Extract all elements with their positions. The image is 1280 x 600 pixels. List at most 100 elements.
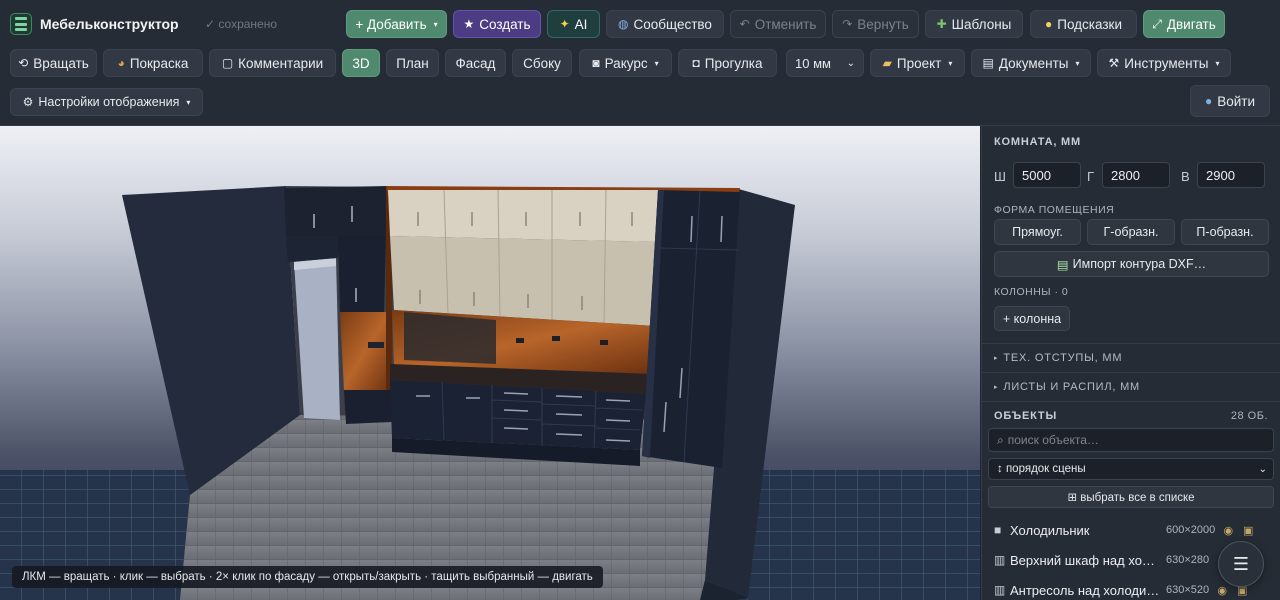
- display-settings-button[interactable]: ⚙ Настройки отображения ▾: [10, 88, 203, 116]
- shape-section-title: ФОРМА ПОМЕЩЕНИЯ: [994, 204, 1115, 216]
- object-search-input[interactable]: ⌕ поиск объекта…: [988, 428, 1274, 452]
- height-input[interactable]: 2900: [1197, 162, 1265, 188]
- chevron-right-icon: ▸: [994, 355, 999, 362]
- order-select[interactable]: ↕ порядок сцены ⌄: [988, 458, 1274, 480]
- 3d-viewport[interactable]: [0, 126, 980, 600]
- document-icon: ▤: [982, 56, 994, 70]
- view-plan-tab[interactable]: План: [386, 49, 439, 77]
- eye-icon[interactable]: ◉: [1221, 524, 1235, 537]
- community-button[interactable]: ◍ Сообщество: [606, 10, 724, 38]
- tech-offsets-toggle[interactable]: ▸ ТЕХ. ОТСТУПЫ, ММ: [994, 352, 1122, 364]
- login-label: Войти: [1217, 93, 1256, 109]
- view-3d-tab[interactable]: 3D: [342, 49, 380, 77]
- puzzle-icon: ✚: [936, 17, 947, 31]
- hints-button[interactable]: ● Подсказки: [1030, 10, 1137, 38]
- object-size: 630×280: [1166, 554, 1210, 566]
- redo-icon: ↷: [842, 17, 853, 31]
- redo-label: Вернуть: [857, 16, 909, 32]
- room-section-title: КОМНАТА, ММ: [994, 136, 1081, 148]
- rotate-button[interactable]: ⟲ Вращать: [10, 49, 97, 77]
- templates-label: Шаблоны: [951, 16, 1012, 32]
- tools-label: Инструменты: [1124, 55, 1209, 71]
- comment-icon: ▢: [221, 56, 234, 70]
- menu-icon[interactable]: ☰: [1218, 541, 1264, 587]
- templates-button[interactable]: ✚ Шаблоны: [925, 10, 1023, 38]
- globe-icon: ◍: [618, 17, 629, 31]
- shape-u-button[interactable]: П-образн.: [1181, 219, 1269, 245]
- properties-panel: КОМНАТА, ММ Ш 5000 Г 2800 В 2900 ФОРМА П…: [981, 126, 1280, 600]
- app-logo-icon: [10, 13, 32, 35]
- add-column-button[interactable]: + колонна: [994, 306, 1070, 331]
- login-button[interactable]: ● Войти: [1190, 85, 1270, 117]
- add-label: + Добавить: [355, 16, 427, 32]
- project-button[interactable]: ▰ Проект ▾: [870, 49, 965, 77]
- view-facade-tab[interactable]: Фасад: [445, 49, 506, 77]
- import-dxf-button[interactable]: ▤ Импорт контура DXF…: [994, 251, 1269, 277]
- view-3d-label: 3D: [352, 55, 370, 71]
- chevron-down-icon: ⌄: [846, 57, 855, 69]
- shape-l-button[interactable]: Г-образн.: [1087, 219, 1175, 245]
- add-button[interactable]: + Добавить ▾: [346, 10, 447, 38]
- saved-status: ✓ сохранено: [205, 17, 278, 31]
- ai-button[interactable]: ✦ AI: [547, 10, 600, 38]
- documents-button[interactable]: ▤ Документы ▾: [971, 49, 1091, 77]
- sheets-toggle[interactable]: ▸ ЛИСТЫ И РАСПИЛ, ММ: [994, 381, 1140, 393]
- paint-label: Покраска: [129, 55, 189, 71]
- view-side-label: Сбоку: [523, 55, 561, 71]
- viewport-hint: ЛКМ — вращать · клик — выбрать · 2× клик…: [12, 566, 603, 588]
- undo-label: Отменить: [754, 16, 817, 32]
- import-dxf-label: Импорт контура DXF…: [1072, 257, 1207, 271]
- app-name: Мебельконструктор: [40, 16, 179, 32]
- camera-button[interactable]: ◙ Ракурс ▾: [579, 49, 672, 77]
- lock-icon[interactable]: ▣: [1241, 524, 1255, 537]
- fridge-icon: ■: [994, 523, 1002, 537]
- create-button[interactable]: ★ Создать: [453, 10, 541, 38]
- shape-rect-button[interactable]: Прямоуг.: [994, 219, 1081, 245]
- document-icon: ▤: [1056, 257, 1069, 272]
- cabinet-icon: ▥: [994, 553, 1006, 567]
- star-icon: ★: [463, 17, 475, 31]
- upper-cabinets: [388, 190, 660, 242]
- view-facade-label: Фасад: [455, 55, 496, 71]
- columns-label: КОЛОННЫ · 0: [994, 286, 1069, 298]
- tools-button[interactable]: ⚒ Инструменты ▾: [1097, 49, 1231, 77]
- top-toolbar: Мебельконструктор ✓ сохранено + Добавить…: [0, 0, 1280, 126]
- walk-label: Прогулка: [704, 55, 763, 71]
- sheets-label: ЛИСТЫ И РАСПИЛ, ММ: [1003, 381, 1141, 393]
- create-label: Создать: [479, 16, 531, 32]
- move-label: Двигать: [1166, 16, 1216, 32]
- user-icon: ●: [1204, 94, 1213, 108]
- select-all-button[interactable]: ⊞ выбрать все в списке: [988, 486, 1274, 508]
- view-side-tab[interactable]: Сбоку: [512, 49, 572, 77]
- list-item[interactable]: ■ Холодильник 600×2000 ◉ ▣: [994, 519, 1268, 541]
- eye-icon[interactable]: ◉: [1215, 584, 1229, 597]
- object-name: Антресоль над холоди…: [1010, 582, 1160, 598]
- comments-button[interactable]: ▢ Комментарии: [209, 49, 336, 77]
- objects-section-title: ОБЪЕКТЫ: [994, 410, 1058, 422]
- move-button[interactable]: ⤢ Двигать: [1143, 10, 1225, 38]
- depth-input[interactable]: 2800: [1102, 162, 1170, 188]
- chevron-right-icon: ▸: [994, 384, 999, 391]
- walk-button[interactable]: ◘ Прогулка: [678, 49, 777, 77]
- width-input[interactable]: 5000: [1013, 162, 1081, 188]
- snap-select[interactable]: 10 мм ⌄: [786, 49, 864, 77]
- hints-label: Подсказки: [1057, 16, 1122, 32]
- camera-label: Ракурс: [604, 55, 648, 71]
- scene-render: [0, 186, 980, 600]
- comments-label: Комментарии: [238, 55, 324, 71]
- rotate-icon: ⟲: [18, 56, 29, 70]
- chevron-down-icon: ⌄: [1258, 463, 1267, 475]
- lightbulb-icon: ●: [1045, 17, 1053, 31]
- redo-button[interactable]: ↷ Вернуть: [832, 10, 919, 38]
- community-label: Сообщество: [633, 16, 712, 32]
- object-name: Холодильник: [1010, 522, 1090, 538]
- undo-button[interactable]: ↶ Отменить: [730, 10, 826, 38]
- sparkles-icon: ✦: [559, 17, 570, 31]
- width-label: Ш: [994, 169, 1006, 184]
- paint-button[interactable]: ◕ Покраска: [103, 49, 203, 77]
- divider: [982, 343, 1280, 344]
- undo-icon: ↶: [739, 17, 750, 31]
- search-icon: ⌕: [997, 432, 1004, 447]
- display-settings-label: Настройки отображения: [38, 95, 180, 109]
- height-label: В: [1181, 169, 1190, 184]
